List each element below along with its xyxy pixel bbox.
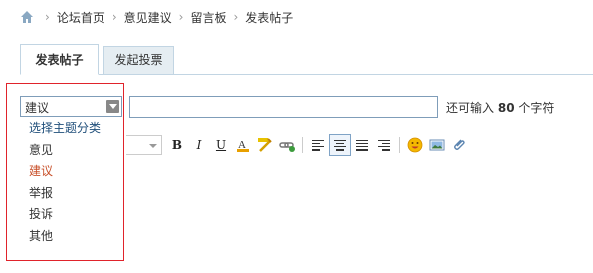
- breadcrumb-separator: ›: [178, 10, 184, 24]
- breadcrumb-suggestions[interactable]: 意见建议: [124, 9, 172, 26]
- align-right-icon: [378, 139, 390, 151]
- smiley-icon: [407, 137, 423, 153]
- align-center-button[interactable]: [329, 134, 351, 156]
- font-size-select[interactable]: [126, 135, 162, 155]
- breadcrumb: › 论坛首页 › 意见建议 › 留言板 › 发表帖子: [20, 8, 293, 26]
- editor-toolbar: B I U A: [126, 133, 470, 157]
- highlight-annotation-box: [6, 83, 124, 261]
- breadcrumb-message-board[interactable]: 留言板: [190, 9, 226, 26]
- breadcrumb-separator: ›: [45, 10, 50, 24]
- link-icon: [279, 142, 295, 152]
- remaining-chars-hint: 还可输入 80 个字符: [446, 99, 554, 116]
- align-left-icon: [312, 139, 324, 151]
- attachment-button[interactable]: [448, 134, 470, 156]
- toolbar-divider: [399, 137, 400, 153]
- emoticon-button[interactable]: [404, 134, 426, 156]
- remaining-prefix: 还可输入: [446, 101, 495, 115]
- home-icon[interactable]: [20, 10, 34, 24]
- link-button[interactable]: [276, 134, 298, 156]
- breadcrumb-separator: ›: [111, 10, 117, 24]
- align-center-icon: [334, 139, 346, 151]
- paperclip-icon: [454, 139, 465, 150]
- remaining-count: 80: [497, 101, 515, 115]
- breadcrumb-forum-home[interactable]: 论坛首页: [57, 9, 105, 26]
- align-justify-icon: [356, 139, 368, 151]
- align-justify-button[interactable]: [351, 134, 373, 156]
- spellcheck-icon: [258, 138, 272, 152]
- breadcrumb-separator: ›: [233, 10, 239, 24]
- title-input[interactable]: [129, 96, 438, 118]
- spellcheck-button[interactable]: [254, 134, 276, 156]
- post-content-editor[interactable]: [126, 159, 593, 273]
- font-color-icon: A: [237, 139, 249, 152]
- bold-button[interactable]: B: [166, 134, 188, 156]
- tab-new-poll[interactable]: 发起投票: [103, 46, 174, 75]
- post-type-tabs: 发表帖子 发起投票: [20, 44, 593, 75]
- breadcrumb-current: 发表帖子: [245, 10, 294, 25]
- align-right-button[interactable]: [373, 134, 395, 156]
- align-left-button[interactable]: [307, 134, 329, 156]
- image-button[interactable]: [426, 134, 448, 156]
- tab-new-post[interactable]: 发表帖子: [20, 44, 99, 75]
- underline-button[interactable]: U: [210, 134, 232, 156]
- font-color-button[interactable]: A: [232, 134, 254, 156]
- remaining-suffix: 个字符: [518, 101, 555, 115]
- toolbar-divider: [302, 137, 303, 153]
- italic-button[interactable]: I: [188, 134, 210, 156]
- image-icon: [429, 139, 445, 151]
